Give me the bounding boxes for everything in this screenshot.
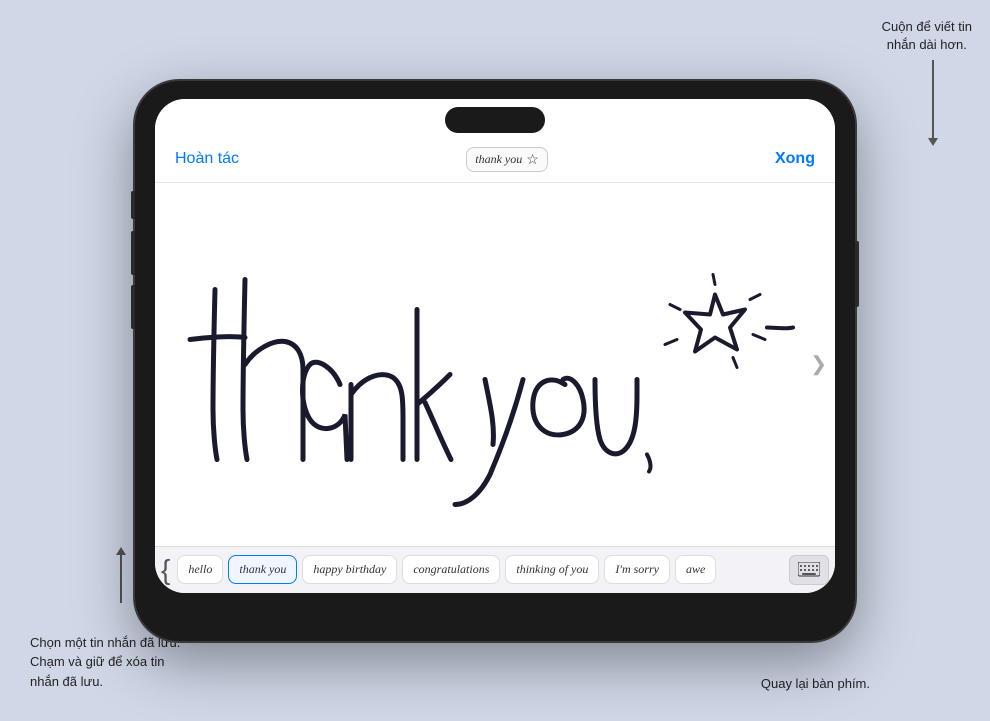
bracket-icon: {	[161, 556, 170, 584]
preset-happy-birthday[interactable]: happy birthday	[302, 555, 397, 584]
arrow-bottom-left	[120, 553, 122, 603]
scroll-right-arrow[interactable]: ❯	[810, 352, 827, 377]
preview-star-icon: ☆	[526, 151, 539, 168]
done-button[interactable]: Xong	[775, 150, 815, 168]
home-indicator	[435, 601, 555, 605]
keyboard-icon	[798, 562, 820, 578]
undo-button[interactable]: Hoàn tác	[175, 150, 239, 168]
preset-hello[interactable]: hello	[177, 555, 223, 584]
preview-text: thank you	[475, 152, 522, 167]
annotation-top-right: Cuộn để viết tin nhắn dài hơn.	[882, 18, 972, 54]
drawing-canvas[interactable]: ❯	[155, 183, 835, 546]
preset-im-sorry[interactable]: I'm sorry	[604, 555, 670, 584]
dynamic-island	[445, 107, 545, 133]
preset-thank-you[interactable]: thank you	[228, 555, 297, 584]
phone-frame: Hoàn tác thank you ☆ Xong	[135, 81, 855, 641]
preset-congratulations[interactable]: congratulations	[402, 555, 500, 584]
power-button[interactable]	[855, 241, 859, 307]
annotation-bottom-left: Chọn một tin nhắn đã lưu. Chạm và giữ để…	[30, 633, 180, 692]
keyboard-button[interactable]	[789, 555, 829, 585]
phone-screen: Hoàn tác thank you ☆ Xong	[155, 99, 835, 593]
preset-awe[interactable]: awe	[675, 555, 716, 584]
annotation-bottom-right: Quay lại bàn phím.	[761, 676, 870, 691]
annotation-bl-1: Chọn một tin nhắn đã lưu.	[30, 635, 180, 650]
bottom-toolbar: { hello thank you happy birthday congrat…	[155, 546, 835, 593]
preset-thinking-of-you[interactable]: thinking of you	[505, 555, 599, 584]
annotation-bl-2: Chạm và giữ để xóa tin	[30, 654, 164, 669]
arrow-top-right	[932, 60, 934, 140]
handwriting-svg	[155, 183, 835, 546]
volume-up-button[interactable]	[131, 231, 135, 275]
annotation-bl-3: nhắn đã lưu.	[30, 674, 103, 689]
volume-down-button[interactable]	[131, 285, 135, 329]
mute-button[interactable]	[131, 191, 135, 219]
preview-pill: thank you ☆	[466, 147, 548, 172]
